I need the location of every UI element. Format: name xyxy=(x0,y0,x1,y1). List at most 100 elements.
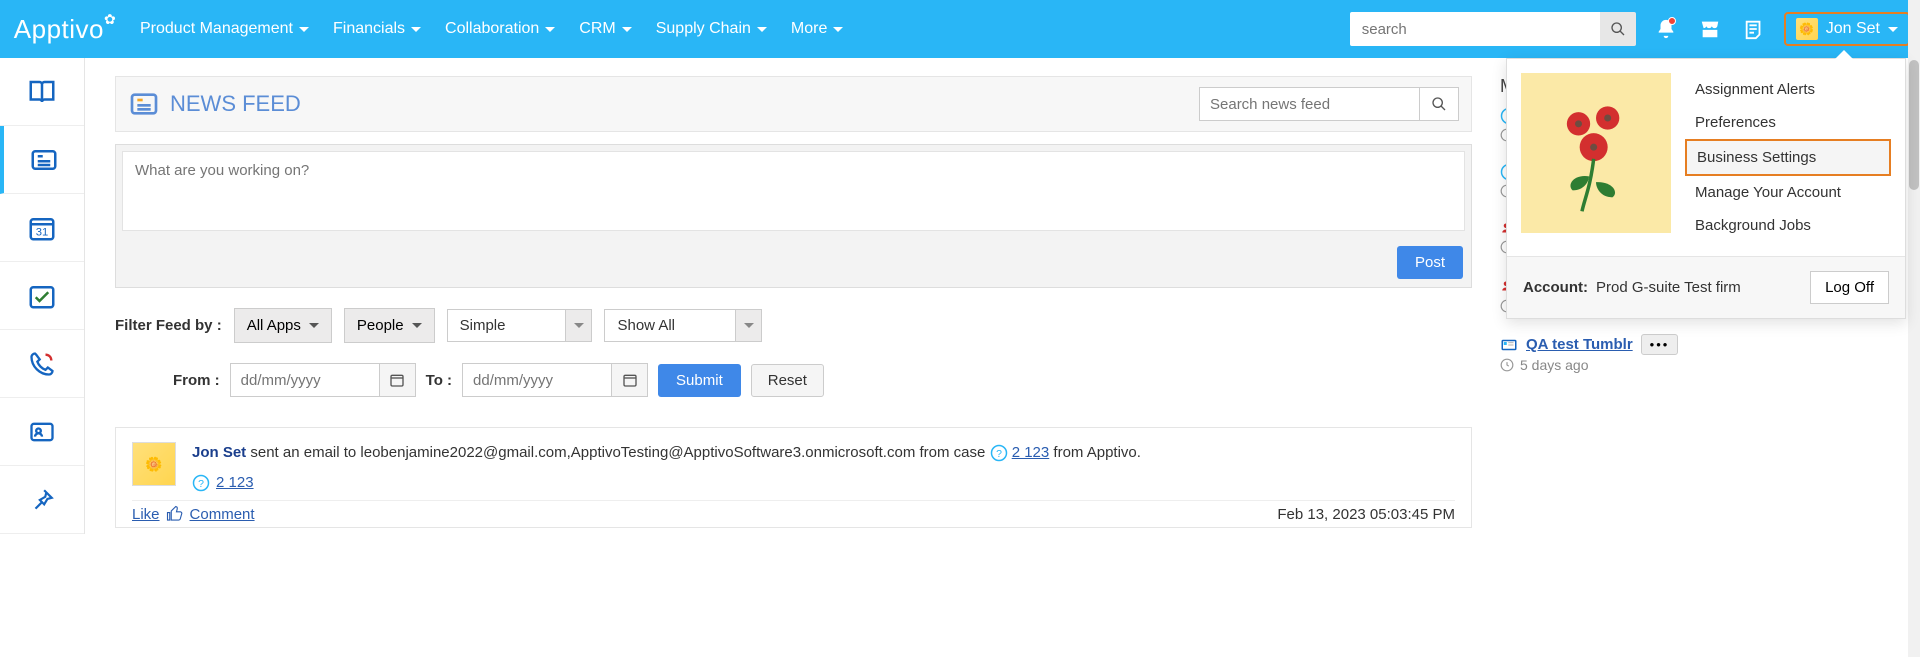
notification-dot xyxy=(1668,17,1676,25)
dd-background-jobs[interactable]: Background Jobs xyxy=(1685,209,1891,242)
page-header: NEWS FEED xyxy=(115,76,1472,132)
dropdown-bottom: Account: Prod G-suite Test firm Log Off xyxy=(1507,256,1905,318)
nav-collaboration[interactable]: Collaboration xyxy=(445,20,555,38)
search-icon xyxy=(1610,21,1626,37)
filter-people[interactable]: People xyxy=(344,308,435,343)
thumbs-up-icon xyxy=(166,505,184,523)
filter-label: Filter Feed by : xyxy=(115,317,222,334)
rail-item-news-feed[interactable] xyxy=(0,126,84,194)
composer: Post xyxy=(115,144,1472,288)
global-search-button[interactable] xyxy=(1600,12,1636,46)
dd-manage-account[interactable]: Manage Your Account xyxy=(1685,176,1891,209)
caret-down-icon xyxy=(412,323,422,328)
filter-all-apps[interactable]: All Apps xyxy=(234,308,332,343)
newsfeed-icon xyxy=(128,88,160,120)
from-date-input[interactable] xyxy=(230,363,380,397)
to-label: To : xyxy=(426,372,452,389)
notifications-button[interactable] xyxy=(1652,15,1680,43)
user-dropdown: Assignment Alerts Preferences Business S… xyxy=(1506,58,1906,319)
store-button[interactable] xyxy=(1696,15,1724,43)
nav-crm[interactable]: CRM xyxy=(579,20,631,38)
avatar-icon: 🌼 xyxy=(1796,18,1818,40)
composer-input[interactable] xyxy=(122,151,1465,231)
submit-button[interactable]: Submit xyxy=(658,364,741,397)
side-item-time: 5 days ago xyxy=(1520,357,1589,373)
dropdown-avatar xyxy=(1521,73,1671,233)
help-icon: ? xyxy=(192,474,210,492)
flower-image xyxy=(1536,83,1656,223)
account-label: Account: xyxy=(1523,279,1588,296)
dropdown-menu: Assignment Alerts Preferences Business S… xyxy=(1685,73,1891,242)
topbar-right: 🌼 Jon Set xyxy=(1350,12,1910,46)
side-item-link[interactable]: QA test Tumblr xyxy=(1526,336,1633,353)
calendar-icon xyxy=(389,372,405,388)
dd-business-settings[interactable]: Business Settings xyxy=(1685,139,1891,176)
rail-item-contacts[interactable] xyxy=(0,398,84,466)
svg-text:?: ? xyxy=(996,448,1002,460)
scrollbar-thumb[interactable] xyxy=(1909,60,1919,190)
case-link-secondary[interactable]: 2 123 xyxy=(216,472,254,494)
nav-product-management[interactable]: Product Management xyxy=(140,20,309,38)
case-link[interactable]: 2 123 xyxy=(1012,444,1050,461)
rail-item-tasks[interactable] xyxy=(0,262,84,330)
calendar-icon xyxy=(622,372,638,388)
log-off-button[interactable]: Log Off xyxy=(1810,271,1889,304)
help-icon: ? xyxy=(990,444,1008,462)
filter-row: Filter Feed by : All Apps People Simple … xyxy=(115,308,1472,343)
to-date-picker-button[interactable] xyxy=(612,363,648,397)
dd-preferences[interactable]: Preferences xyxy=(1685,106,1891,139)
to-date-input[interactable] xyxy=(462,363,612,397)
feed-actor[interactable]: Jon Set xyxy=(192,444,246,461)
left-rail: 31 xyxy=(0,58,85,534)
caret-down-icon xyxy=(736,309,762,342)
newsfeed-icon xyxy=(29,145,59,175)
rail-item-book[interactable] xyxy=(0,58,84,126)
filter-show-all[interactable]: Show All xyxy=(604,309,762,342)
from-label: From : xyxy=(173,372,220,389)
side-item: QA test Tumblr ••• 5 days ago xyxy=(1500,334,1914,373)
search-icon xyxy=(1431,96,1447,112)
page-title: NEWS FEED xyxy=(170,91,301,117)
side-item-more-button[interactable]: ••• xyxy=(1641,334,1679,355)
feed-footer: Like Comment Feb 13, 2023 05:03:45 PM xyxy=(132,500,1455,523)
contact-card-icon xyxy=(28,418,56,446)
svg-text:31: 31 xyxy=(36,226,49,238)
caret-down-icon xyxy=(545,27,555,32)
book-icon xyxy=(27,77,57,107)
notes-button[interactable] xyxy=(1740,15,1768,43)
caret-down-icon xyxy=(1888,27,1898,32)
task-check-icon xyxy=(27,281,57,311)
dd-assignment-alerts[interactable]: Assignment Alerts xyxy=(1685,73,1891,106)
feed-search-button[interactable] xyxy=(1419,87,1459,121)
top-bar: Apptivo✿ Product Management Financials C… xyxy=(0,0,1920,58)
global-search xyxy=(1350,12,1636,46)
nav-financials[interactable]: Financials xyxy=(333,20,421,38)
feed-avatar: 🌼 xyxy=(132,442,176,486)
rail-item-calls[interactable] xyxy=(0,330,84,398)
nav-more[interactable]: More xyxy=(791,20,843,38)
user-menu-button[interactable]: 🌼 Jon Set xyxy=(1784,12,1910,46)
caret-down-icon xyxy=(309,323,319,328)
reset-button[interactable]: Reset xyxy=(751,364,824,397)
brand-logo[interactable]: Apptivo✿ xyxy=(0,14,130,45)
caret-down-icon xyxy=(411,27,421,32)
rail-item-calendar[interactable]: 31 xyxy=(0,194,84,262)
scrollbar-track[interactable] xyxy=(1908,0,1920,657)
card-icon xyxy=(1500,336,1518,354)
post-button[interactable]: Post xyxy=(1397,246,1463,279)
store-icon xyxy=(1699,18,1721,40)
like-link[interactable]: Like xyxy=(132,506,160,523)
global-search-input[interactable] xyxy=(1350,12,1600,46)
rail-item-pin[interactable] xyxy=(0,466,84,534)
nav-supply-chain[interactable]: Supply Chain xyxy=(656,20,767,38)
comment-link[interactable]: Comment xyxy=(190,506,255,523)
main-content: NEWS FEED Post Filter Feed by : All Apps… xyxy=(85,58,1490,534)
from-date-picker-button[interactable] xyxy=(380,363,416,397)
notes-icon xyxy=(1743,18,1765,40)
caret-down-icon xyxy=(566,309,592,342)
svg-text:?: ? xyxy=(198,478,204,490)
feed-search-input[interactable] xyxy=(1199,87,1419,121)
right-column: Most ?2 19 ?2 20 Ap 5 days ago App Corne… xyxy=(1490,58,1920,534)
feed-search xyxy=(1199,87,1459,121)
filter-simple[interactable]: Simple xyxy=(447,309,593,342)
